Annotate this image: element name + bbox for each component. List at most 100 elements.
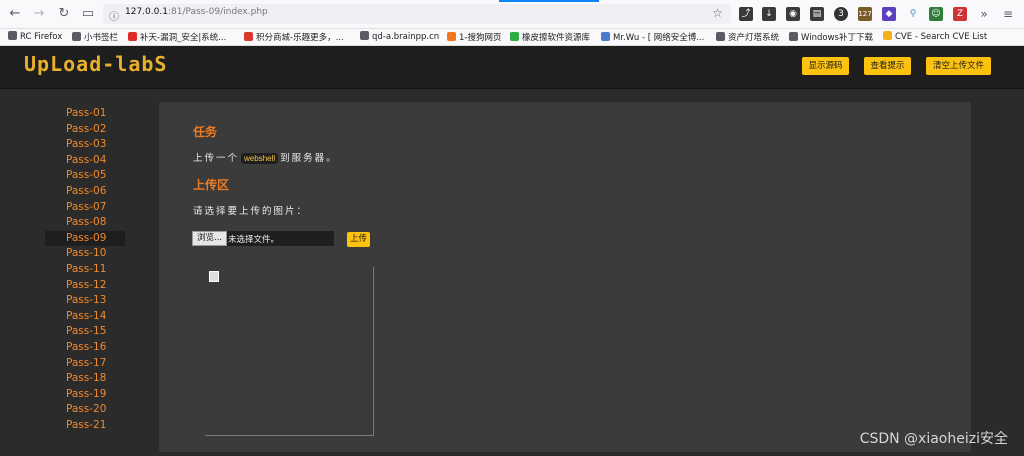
sidebar-item-pass-20[interactable]: Pass-20 <box>45 402 125 418</box>
bookmark-label: Windows补丁下载 <box>801 33 873 43</box>
globe-icon <box>716 32 725 41</box>
forward-arrow-icon[interactable]: → <box>30 5 48 23</box>
bookmark-label: 补天-漏洞_安全|系统... <box>140 33 227 43</box>
page-load-progress <box>499 0 599 2</box>
bookmark-label: RC Firefox <box>20 32 63 42</box>
sidebar-item-pass-18[interactable]: Pass-18 <box>45 371 125 387</box>
cve-icon <box>883 31 892 40</box>
browser-toolbar: ← → ↻ ▭ ⓘ 127.0.0.1:81/Pass-09/index.php… <box>0 0 1024 29</box>
sidebar-item-pass-01[interactable]: Pass-01 <box>45 106 125 122</box>
upload-prompt: 请选择要上传的图片： <box>193 206 309 217</box>
bookmark-item[interactable]: 小书签栏 <box>72 31 118 43</box>
site-header: UpLoad-labS 显示源码 查看提示 清空上传文件 <box>0 46 1024 89</box>
upload-area-heading: 上传区 <box>193 178 230 192</box>
task-heading: 任务 <box>193 125 218 139</box>
show-source-button[interactable]: 显示源码 <box>802 57 849 75</box>
bookmark-item[interactable]: 资产灯塔系统 <box>716 31 779 43</box>
sogou-icon <box>447 32 456 41</box>
download-icon[interactable]: ↓ <box>762 7 776 21</box>
bookmark-item[interactable]: RC Firefox <box>8 31 62 42</box>
file-input[interactable]: 浏览... 未选择文件。 <box>192 231 334 246</box>
url-host: 127.0.0.1 <box>125 7 168 17</box>
bookmark-item[interactable]: qd-a.brainpp.cn <box>360 31 439 42</box>
bookmark-item[interactable]: CVE - Search CVE List <box>883 31 987 42</box>
sidebar-item-pass-02[interactable]: Pass-02 <box>45 122 125 138</box>
sidebar-item-pass-16[interactable]: Pass-16 <box>45 340 125 356</box>
sidebar-item-pass-13[interactable]: Pass-13 <box>45 293 125 309</box>
bookmark-item[interactable]: 1-搜狗网页 <box>447 31 501 43</box>
tool-extension-icon[interactable]: Z <box>953 7 967 21</box>
sidebar-item-pass-14[interactable]: Pass-14 <box>45 309 125 325</box>
pass-sidebar: Pass-01 Pass-02 Pass-03 Pass-04 Pass-05 … <box>45 106 125 433</box>
eraser-icon <box>510 32 519 41</box>
bookmark-item[interactable]: Mr.Wu - [ 网络安全博... <box>601 31 704 43</box>
task-text-post: 到服务器。 <box>280 153 338 164</box>
url-path: :81/Pass-09/index.php <box>167 7 268 17</box>
container-icon[interactable]: ▤ <box>810 7 824 21</box>
sidebar-item-pass-08[interactable]: Pass-08 <box>45 215 125 231</box>
menu-icon[interactable]: ≡ <box>1001 7 1015 21</box>
back-arrow-icon[interactable]: ← <box>6 5 24 23</box>
url-text: 127.0.0.1:81/Pass-09/index.php <box>125 7 268 17</box>
bookmark-label: qd-a.brainpp.cn <box>372 32 440 42</box>
bookmark-label: Mr.Wu - [ 网络安全博... <box>613 33 705 43</box>
bookmark-star-icon[interactable]: ☆ <box>712 6 723 20</box>
csdn-watermark: CSDN @xiaoheizi安全 <box>859 431 1008 447</box>
bookmark-item[interactable]: Windows补丁下载 <box>789 31 873 43</box>
main-panel: 任务 上传一个 webshell 到服务器。 上传区 请选择要上传的图片： 浏览..… <box>159 102 971 452</box>
task-text-pre: 上传一个 <box>193 153 240 164</box>
bookmark-label: 1-搜狗网页 <box>459 33 502 43</box>
bookmark-label: 橡皮擦软件资源库 <box>522 33 591 43</box>
sidebar-item-pass-11[interactable]: Pass-11 <box>45 262 125 278</box>
sidebar-item-pass-19[interactable]: Pass-19 <box>45 387 125 403</box>
sidebar-item-pass-17[interactable]: Pass-17 <box>45 356 125 372</box>
sidebar-item-pass-10[interactable]: Pass-10 <box>45 246 125 262</box>
browse-button[interactable]: 浏览... <box>192 231 228 246</box>
globe-icon <box>789 32 798 41</box>
bookmark-label: 小书签栏 <box>84 33 119 43</box>
sidebar-item-pass-21[interactable]: Pass-21 <box>45 418 125 434</box>
sidebar-item-pass-04[interactable]: Pass-04 <box>45 153 125 169</box>
mall-icon <box>244 32 253 41</box>
folder-icon <box>72 32 81 41</box>
bookmark-label: 积分商城-乐趣更多，... <box>256 33 344 43</box>
upload-button[interactable]: 上传 <box>347 232 371 247</box>
cube-extension-icon[interactable]: ◆ <box>882 7 896 21</box>
folder-icon <box>8 31 17 40</box>
bookmarks-bar: RC Firefox 小书签栏 补天-漏洞_安全|系统... 积分商城-乐趣更多… <box>0 29 1024 46</box>
sidebar-item-pass-06[interactable]: Pass-06 <box>45 184 125 200</box>
bookmark-label: 资产灯塔系统 <box>728 33 780 43</box>
hackbar-icon[interactable]: 127 <box>858 7 872 21</box>
extension-icon[interactable]: ⤴ <box>739 7 753 21</box>
image-preview <box>205 267 374 436</box>
overflow-chevron-icon[interactable]: » <box>977 7 991 21</box>
page-info-icon[interactable]: ⓘ <box>109 8 119 23</box>
sidebar-item-pass-09[interactable]: Pass-09 <box>45 230 125 247</box>
task-description: 上传一个 webshell 到服务器。 <box>193 150 338 164</box>
sidebar-item-pass-12[interactable]: Pass-12 <box>45 278 125 294</box>
location-pin-icon[interactable]: ⚲ <box>906 7 920 21</box>
address-bar[interactable]: ⓘ 127.0.0.1:81/Pass-09/index.php ☆ <box>103 4 731 24</box>
bookmark-label: CVE - Search CVE List <box>895 32 988 42</box>
broken-image-icon <box>209 271 219 282</box>
no-file-selected-label: 未选择文件。 <box>228 235 280 245</box>
sidebar-item-pass-03[interactable]: Pass-03 <box>45 137 125 153</box>
butian-icon <box>128 32 137 41</box>
globe-icon <box>360 31 369 40</box>
sidebar-item-pass-05[interactable]: Pass-05 <box>45 168 125 184</box>
screenshot-icon[interactable]: ◉ <box>786 7 800 21</box>
bookmark-item[interactable]: 橡皮擦软件资源库 <box>510 31 590 43</box>
webshell-code: webshell <box>241 153 279 164</box>
clear-uploads-button[interactable]: 清空上传文件 <box>926 57 991 75</box>
blog-icon <box>601 32 610 41</box>
show-hint-button[interactable]: 查看提示 <box>864 57 911 75</box>
bookmark-item[interactable]: 补天-漏洞_安全|系统... <box>128 31 226 43</box>
extension-badge-icon[interactable]: 3 <box>834 7 848 21</box>
bookmark-item[interactable]: 积分商城-乐趣更多，... <box>244 31 344 43</box>
sidebar-item-pass-07[interactable]: Pass-07 <box>45 200 125 216</box>
sidebar-toggle-icon[interactable]: ▭ <box>79 5 97 23</box>
reload-icon[interactable]: ↻ <box>55 5 73 23</box>
emoji-extension-icon[interactable]: ☺ <box>929 7 943 21</box>
sidebar-item-pass-15[interactable]: Pass-15 <box>45 324 125 340</box>
site-logo[interactable]: UpLoad-labS <box>24 52 167 76</box>
